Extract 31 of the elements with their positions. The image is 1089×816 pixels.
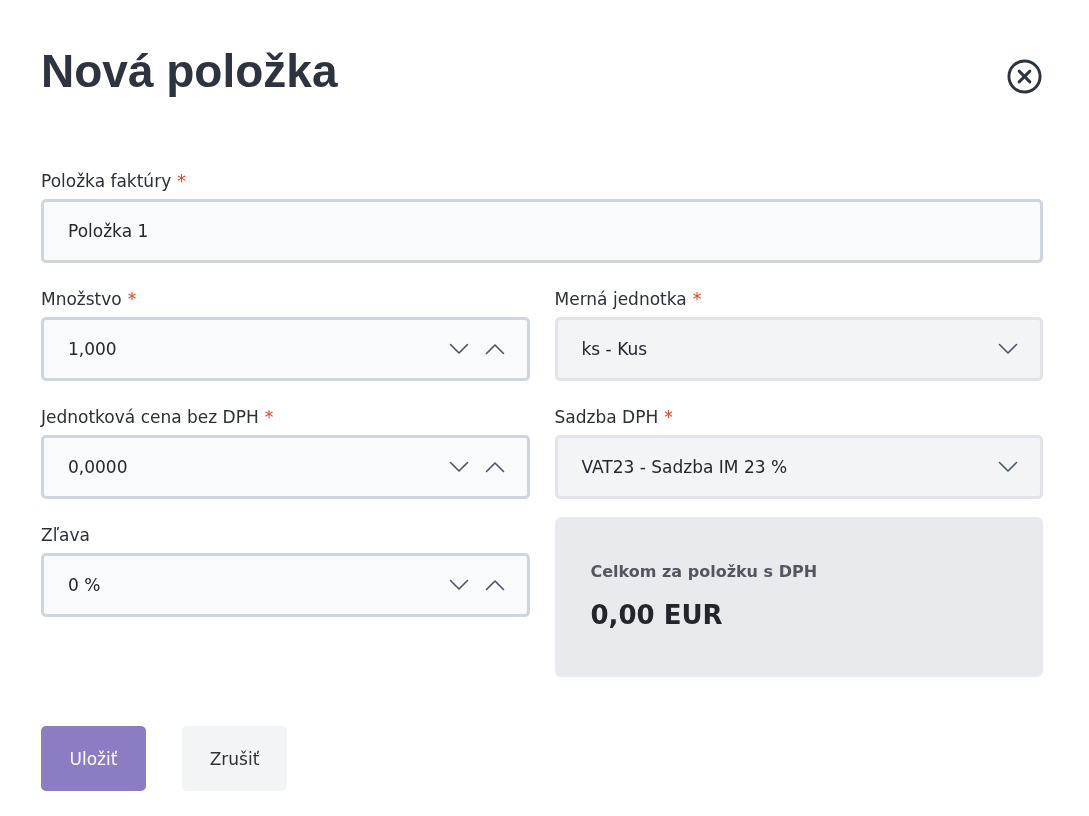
chevron-down-icon[interactable] bbox=[998, 343, 1018, 355]
field-label: Merná jednotka bbox=[554, 288, 687, 311]
number-input[interactable]: 1,000 bbox=[41, 317, 530, 381]
chevron-up-icon[interactable] bbox=[484, 579, 505, 591]
chevron-up-icon[interactable] bbox=[484, 461, 505, 473]
number-input[interactable]: 0 % bbox=[41, 553, 530, 617]
select-dropdown[interactable]: VAT23 - Sadzba IM 23 % bbox=[554, 435, 1043, 499]
total-amount: 0,00 EUR bbox=[590, 599, 724, 632]
cancel-button[interactable]: Zrušiť bbox=[182, 726, 287, 791]
text-input[interactable]: Položka 1 bbox=[41, 199, 1043, 263]
chevron-up-icon[interactable] bbox=[484, 343, 505, 355]
chevron-down-icon[interactable] bbox=[448, 461, 469, 473]
chevron-down-icon[interactable] bbox=[998, 461, 1018, 473]
select-dropdown[interactable]: ks - Kus bbox=[554, 317, 1043, 381]
field-label: Jednotková cena bez DPH bbox=[41, 406, 259, 429]
field-label: Zľava bbox=[41, 524, 90, 547]
required-mark: * bbox=[264, 406, 274, 429]
chevron-down-icon[interactable] bbox=[448, 343, 469, 355]
field-label: Položka faktúry bbox=[41, 170, 172, 193]
save-button[interactable]: Uložiť bbox=[41, 726, 146, 791]
number-input[interactable]: 0,0000 bbox=[41, 435, 530, 499]
required-mark: * bbox=[177, 170, 186, 193]
total-label: Celkom za položku s DPH bbox=[590, 561, 819, 583]
dialog-title: Nová položka bbox=[41, 44, 338, 99]
required-mark: * bbox=[664, 406, 673, 429]
field-label: Sadzba DPH bbox=[554, 406, 659, 429]
close-icon[interactable] bbox=[1007, 58, 1042, 94]
required-mark: * bbox=[127, 288, 137, 311]
field-label: Množstvo bbox=[41, 288, 122, 311]
required-mark: * bbox=[692, 288, 702, 311]
chevron-down-icon[interactable] bbox=[448, 579, 469, 591]
